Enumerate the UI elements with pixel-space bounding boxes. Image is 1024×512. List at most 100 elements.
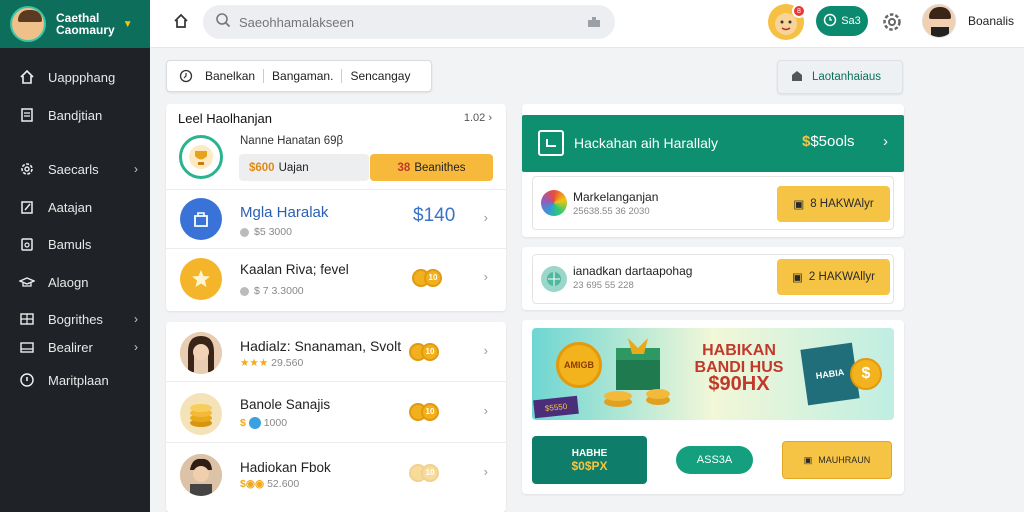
coin-counter: 10	[409, 343, 439, 361]
row-sub: ★★★ 29.560	[240, 357, 304, 369]
featured-title: Nanne Hanatan 69β	[240, 135, 344, 147]
search-bar[interactable]	[203, 5, 615, 39]
hat-icon	[18, 273, 36, 291]
chevron-right-icon: ›	[134, 162, 138, 176]
offer-sub: 23 695 55 228	[573, 280, 634, 291]
offer-sub: 25638.55 36 2030	[573, 206, 650, 217]
tab-bangaman[interactable]: Bangaman.	[264, 69, 343, 83]
search-icon	[215, 12, 231, 33]
hero-banner[interactable]: Hackahan aih Harallaly $$5ools ›	[522, 115, 904, 172]
sidebar-item-bamuls[interactable]: Bamuls	[0, 231, 150, 257]
sidebar-item-bealirer[interactable]: Bealirer ›	[0, 334, 150, 360]
sidebar-item-label: Alaogn	[48, 274, 89, 290]
coin-counter: 10	[409, 464, 439, 482]
card-icon	[18, 338, 36, 356]
sidebar-item-label: Bandjtian	[48, 107, 103, 123]
player-avatar	[180, 454, 222, 496]
promo-cta-middle[interactable]: ASS3A	[676, 446, 753, 474]
document-icon	[18, 106, 36, 124]
offer-claim-button[interactable]: ▣ 2 HAKWAllyr	[777, 259, 890, 295]
players-card: Hadialz: Snanaman, Svolt ★★★ 29.560 10 ›…	[166, 322, 506, 512]
brand-subname: Caomaury	[56, 23, 115, 37]
promo-headline: HABIKAN BANDI HUS $90HX	[694, 342, 784, 395]
page-indicator[interactable]: 1.02 ›	[464, 112, 492, 124]
dollar-coin-icon: $	[850, 358, 882, 390]
home-icon[interactable]	[172, 12, 190, 30]
gift-icon: ▣	[793, 199, 805, 211]
wallet-icon	[18, 235, 36, 253]
row-sub: $ 1000	[240, 417, 288, 430]
top-right-button[interactable]: Laotanhaiaus	[777, 60, 903, 94]
filter-tabs: Banelkan Bangaman. Sencangay	[166, 60, 432, 92]
sidebar-item-bogrithes[interactable]: Bogrithes ›	[0, 306, 150, 332]
offer-card: ianadkan dartaapohag 23 695 55 228 ▣ 2 HA…	[522, 247, 904, 310]
sidebar-item-saecarls[interactable]: Saecarls ›	[0, 156, 150, 182]
promo-card: AMIGB $5550 HABIKAN BANDI HUS $90HX HABIA …	[522, 320, 904, 494]
sidebar-item-label: Maritplaan	[48, 372, 109, 388]
tag-value[interactable]: $600 Uajan	[239, 154, 369, 181]
grid-icon	[18, 310, 36, 328]
chevron-right-icon: ›	[483, 464, 488, 479]
promo-banner[interactable]: AMIGB $5550 HABIKAN BANDI HUS $90HX HABIA …	[532, 328, 894, 420]
clock-icon	[179, 69, 193, 83]
chevron-right-icon: ›	[883, 133, 888, 150]
hero-amount: $$5ools	[802, 133, 855, 150]
sidebar-item-label: Saecarls	[48, 161, 99, 177]
chevron-right-icon: ›	[134, 340, 138, 354]
puzzle-icon[interactable]	[585, 14, 603, 35]
status-pill-button[interactable]: Sa3	[816, 6, 868, 36]
row-sub: $ 7 3.3000	[240, 285, 304, 297]
row-title: Banole Sanajis	[240, 397, 331, 412]
edit-icon	[18, 198, 36, 216]
clock-icon	[823, 13, 837, 30]
coin-counter: 10	[409, 403, 439, 421]
sidebar-item-label: Bealirer	[48, 339, 93, 355]
promo-cta-right[interactable]: ▣ MAUHRAUN	[782, 441, 892, 479]
offer-claim-button[interactable]: ▣ 8 HAKWAlyr	[777, 186, 890, 222]
notification-avatar[interactable]: 8	[768, 4, 806, 40]
gift-icon: ▣	[792, 272, 803, 284]
sidebar-item-label: Bamuls	[48, 236, 92, 252]
settings-gear-icon[interactable]	[881, 11, 903, 38]
sidebar-item-bandjtian[interactable]: Bandjtian	[0, 102, 150, 128]
player-avatar	[180, 332, 222, 374]
chevron-right-icon: ›	[483, 269, 488, 284]
top-right-button-label: Laotanhaiaus	[812, 71, 882, 83]
row-title: Hadiokan Fbok	[240, 460, 331, 475]
user-avatar[interactable]	[922, 4, 956, 38]
row-sub: $5 3000	[240, 226, 292, 238]
rewards-card: Hackahan aih Harallaly $$5ools › Markela…	[522, 104, 904, 237]
globe-icon	[541, 266, 567, 292]
tab-banelkan[interactable]: Banelkan	[197, 69, 265, 83]
list-item[interactable]: Hadialz: Snanaman, Svolt ★★★ 29.560 10 ›	[166, 322, 506, 382]
bag-icon	[180, 198, 222, 240]
list-item[interactable]: Hadiokan Fbok $◉◉ 52.600 10 ›	[166, 444, 506, 504]
chevron-right-icon: ›	[134, 312, 138, 326]
sidebar: Caethal Caomaury ▼ Uappphang Bandjtian Sa…	[0, 0, 150, 512]
tag-badge-button[interactable]: 38 Beanithes	[370, 154, 493, 181]
sidebar-item-alaogn[interactable]: Alaogn	[0, 269, 150, 295]
list-item[interactable]: Mgla Haralak $5 3000 $140 ›	[166, 189, 506, 249]
user-name[interactable]: Boanalis	[968, 14, 1014, 28]
sidebar-item-label: Uappphang	[48, 69, 116, 85]
pill-label: Sa3	[841, 15, 861, 27]
list-item[interactable]: Kaalan Riva; fevel $ 7 3.3000 10 ›	[166, 249, 506, 309]
ticket: $5550	[533, 395, 579, 419]
coin-stack-icon	[180, 393, 222, 435]
list-item[interactable]: Banole Sanajis $ 1000 10 ›	[166, 383, 506, 443]
sidebar-item-uappphang[interactable]: Uappphang	[0, 64, 150, 90]
tab-sencangay[interactable]: Sencangay	[342, 69, 418, 83]
brand-avatar	[10, 6, 46, 42]
row-title: Hadialz: Snanaman, Svolt	[240, 338, 402, 354]
promo-cta-left[interactable]: HABHE $0$PX	[532, 436, 647, 484]
offer-title: ianadkan dartaapohag	[573, 264, 693, 278]
home-icon	[18, 68, 36, 86]
chevron-right-icon: ›	[483, 403, 488, 418]
search-input[interactable]	[239, 14, 579, 30]
chevron-down-icon[interactable]: ▼	[123, 19, 133, 30]
row-amount: $140	[413, 205, 456, 226]
brand-header[interactable]: Caethal Caomaury ▼	[0, 0, 150, 48]
card-title: Leel Haolhanjan	[178, 111, 272, 126]
sidebar-item-maritplaan[interactable]: Maritplaan	[0, 367, 150, 393]
sidebar-item-aatajan[interactable]: Aatajan	[0, 194, 150, 220]
